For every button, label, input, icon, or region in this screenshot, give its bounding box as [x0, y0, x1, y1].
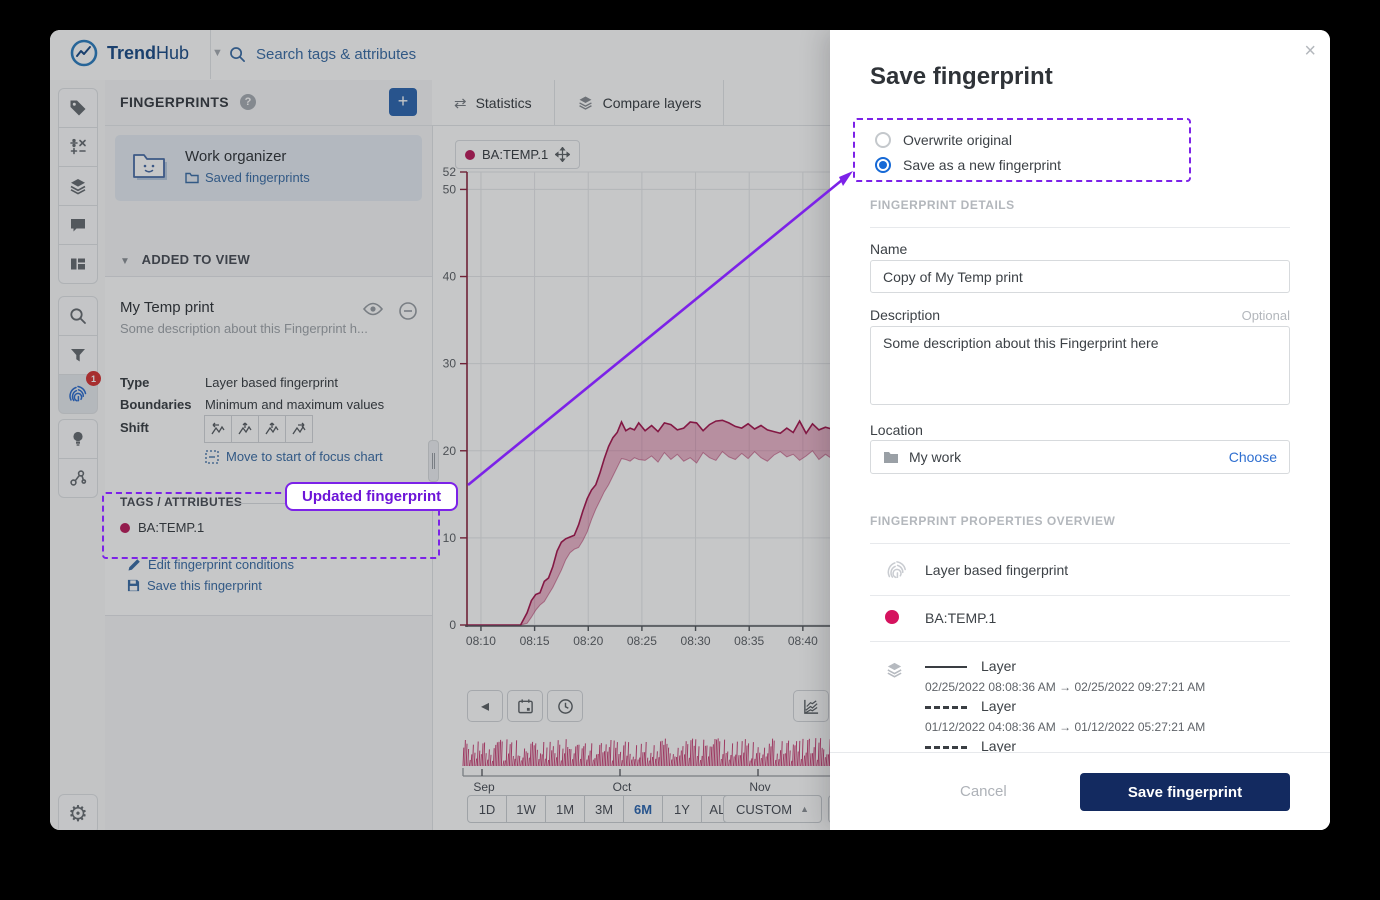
divider [870, 227, 1290, 228]
property-tag: BA:TEMP.1 [925, 610, 997, 626]
dashed-line-sample [925, 705, 967, 709]
dim-overlay [50, 30, 830, 830]
properties-section-header: FINGERPRINT PROPERTIES OVERVIEW [870, 514, 1116, 528]
layer-item: Layer [925, 658, 1016, 674]
choose-location-link[interactable]: Choose [1229, 449, 1277, 465]
close-icon[interactable]: × [1304, 40, 1316, 63]
save-fingerprint-modal: × Save fingerprint Overwrite original Sa… [830, 30, 1330, 830]
divider [870, 641, 1290, 642]
series-color-dot [885, 610, 899, 624]
annotation-callout: Updated fingerprint [285, 482, 459, 511]
save-fingerprint-button[interactable]: Save fingerprint [1080, 773, 1290, 811]
folder-icon [884, 451, 898, 463]
location-label: Location [870, 422, 923, 438]
description-textarea[interactable]: Some description about this Fingerprint … [870, 326, 1290, 405]
layer-range: 02/25/2022 08:08:36 AM → 02/25/2022 09:2… [925, 680, 1206, 694]
modal-footer: Cancel Save fingerprint [830, 752, 1330, 830]
fingerprint-icon [885, 558, 909, 582]
app-window: TrendHub ▼ Search tags & attributes 1 ⚙ … [50, 30, 1330, 830]
name-label: Name [870, 241, 908, 257]
annotation-box-radios [853, 118, 1191, 182]
name-input[interactable] [870, 260, 1290, 293]
cancel-button[interactable]: Cancel [948, 775, 1019, 808]
layer-range: 01/12/2022 04:08:36 AM → 01/12/2022 05:2… [925, 720, 1206, 734]
optional-hint: Optional [1241, 308, 1290, 323]
property-type: Layer based fingerprint [925, 562, 1069, 578]
dashed-line-sample [925, 745, 967, 749]
location-box: My work Choose [870, 440, 1290, 474]
details-section-header: FINGERPRINT DETAILS [870, 198, 1015, 212]
solid-line-sample [925, 666, 967, 669]
modal-title: Save fingerprint [870, 63, 1053, 90]
divider [870, 543, 1290, 544]
divider [870, 595, 1290, 596]
layer-item: Layer [925, 698, 1016, 714]
layers-icon [885, 660, 904, 679]
location-value: My work [909, 449, 962, 465]
description-label: Description [870, 307, 941, 323]
